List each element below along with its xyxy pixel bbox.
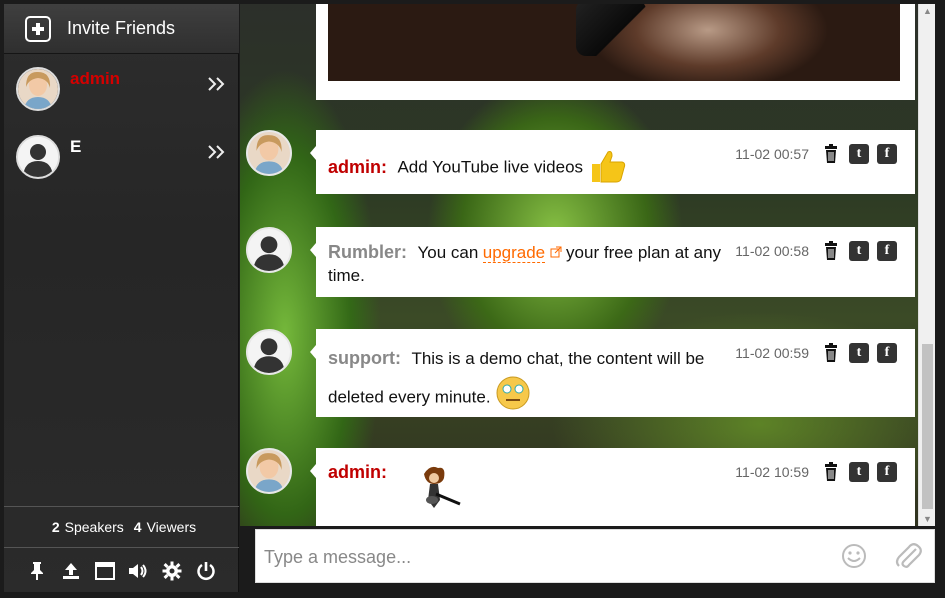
viewers-label: Viewers — [146, 519, 197, 535]
message-bubble: support: This is a demo chat, the conten… — [310, 329, 915, 417]
message-author: support: — [328, 348, 401, 368]
twitter-share-icon[interactable]: t — [849, 144, 869, 164]
speakers-count: 2 — [51, 519, 60, 535]
message-meta: 11-02 00:58 t f — [735, 241, 897, 261]
message-text: You can — [417, 243, 479, 262]
volume-icon[interactable] — [126, 559, 150, 583]
guitar-sticker-icon — [416, 464, 466, 521]
default-avatar-icon — [16, 135, 60, 179]
gear-icon[interactable] — [160, 559, 184, 583]
user-name: E — [70, 137, 82, 156]
thumbs-up-icon — [590, 148, 628, 189]
chat-scrollbar[interactable]: ▲ ▼ — [918, 4, 935, 526]
pin-icon[interactable] — [25, 559, 49, 583]
video-embed[interactable] — [316, 4, 915, 100]
trash-icon[interactable] — [821, 343, 841, 363]
message-bubble: admin: 11-02 10:59 t f — [310, 448, 915, 526]
dizzy-face-icon — [495, 375, 531, 422]
avatar — [16, 67, 60, 111]
emoji-icon[interactable] — [841, 543, 867, 569]
twitter-share-icon[interactable]: t — [849, 241, 869, 261]
message-composer — [255, 529, 935, 583]
message-author: admin: — [328, 462, 388, 482]
chat-messages[interactable]: admin: Add YouTube live videos 11-02 00:… — [240, 4, 918, 526]
message-time: 11-02 00:58 — [735, 243, 809, 259]
message-time: 11-02 00:57 — [735, 146, 809, 162]
facebook-share-icon[interactable]: f — [877, 343, 897, 363]
participant-counts: 2 Speakers 4 Viewers — [4, 506, 239, 548]
message-bubble: Rumbler: You can upgrade your free plan … — [310, 227, 915, 297]
scroll-up-icon[interactable]: ▲ — [923, 6, 932, 16]
twitter-share-icon[interactable]: t — [849, 462, 869, 482]
message-meta: 11-02 00:59 t f — [735, 343, 897, 363]
user-item-admin[interactable]: admin — [4, 67, 239, 127]
default-avatar-icon — [246, 329, 292, 375]
user-item-e[interactable]: E — [4, 135, 239, 195]
message-input[interactable] — [264, 542, 804, 572]
upload-icon[interactable] — [59, 559, 83, 583]
default-avatar-icon — [246, 227, 292, 273]
upgrade-link[interactable]: upgrade — [482, 243, 546, 263]
message-time: 11-02 10:59 — [735, 464, 809, 480]
plus-icon — [25, 15, 51, 42]
invite-friends-button[interactable]: Invite Friends — [4, 4, 239, 54]
external-link-icon — [550, 245, 562, 262]
power-icon[interactable] — [194, 559, 218, 583]
attachment-icon[interactable] — [894, 541, 922, 571]
message-text: Add YouTube live videos — [397, 157, 584, 177]
scroll-down-icon[interactable]: ▼ — [923, 514, 932, 524]
message-time: 11-02 00:59 — [735, 345, 809, 361]
twitter-share-icon[interactable]: t — [849, 343, 869, 363]
invite-friends-label: Invite Friends — [67, 18, 176, 38]
user-name: admin — [70, 69, 121, 88]
chat-app: Invite Friends admin E 2 Speakers 4 View… — [0, 0, 945, 598]
microphone-image — [576, 4, 646, 56]
sidebar-toolbar — [4, 549, 239, 592]
facebook-share-icon[interactable]: f — [877, 241, 897, 261]
trash-icon[interactable] — [821, 144, 841, 164]
window-icon[interactable] — [93, 559, 117, 583]
facebook-share-icon[interactable]: f — [877, 144, 897, 164]
scrollbar-thumb[interactable] — [922, 344, 933, 509]
expand-chevron-icon[interactable] — [207, 143, 227, 166]
viewers-count: 4 — [133, 519, 142, 535]
message-bubble: admin: Add YouTube live videos 11-02 00:… — [310, 130, 915, 194]
facebook-share-icon[interactable]: f — [877, 462, 897, 482]
speakers-label: Speakers — [64, 519, 124, 535]
sidebar: Invite Friends admin E 2 Speakers 4 View… — [4, 4, 239, 592]
message-author: Rumbler: — [328, 242, 408, 262]
message-author: admin: — [328, 156, 388, 177]
trash-icon[interactable] — [821, 241, 841, 261]
avatar — [246, 448, 292, 494]
message-meta: 11-02 00:57 t f — [735, 144, 897, 164]
message-meta: 11-02 10:59 t f — [735, 462, 897, 482]
trash-icon[interactable] — [821, 462, 841, 482]
expand-chevron-icon[interactable] — [207, 75, 227, 98]
avatar — [246, 130, 292, 176]
